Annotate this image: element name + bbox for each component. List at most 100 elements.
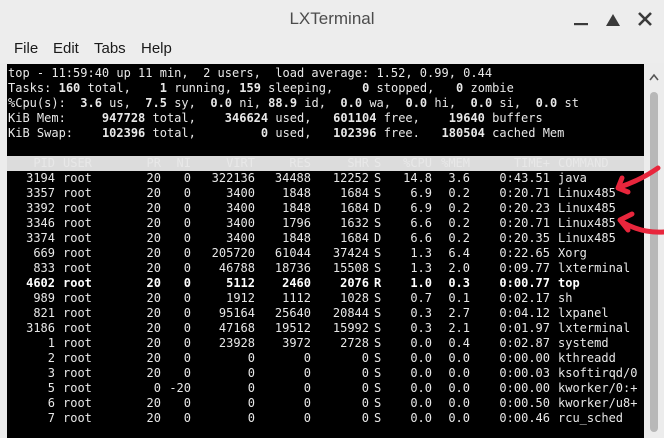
cell-pr: 20: [146, 321, 161, 335]
scrollbar-thumb[interactable]: [650, 92, 658, 432]
cell-pid: 669: [33, 246, 55, 260]
cell-s: D: [374, 201, 382, 215]
cell-virt: 0: [247, 411, 255, 425]
column-header-time: TIME+: [513, 156, 550, 170]
cell-res: 1848: [282, 231, 311, 245]
cell-cmd: kthreadd: [558, 351, 616, 365]
cell-virt: 205720: [211, 246, 255, 260]
cell-virt: 0: [247, 366, 255, 380]
process-row: 3357 root 20 0 3400 1848 1684 S 6.9 0.2 0:20.71 Lin…: [7, 186, 644, 201]
cell-time: 0:22.65: [499, 246, 550, 260]
cell-shr: 15508: [332, 261, 369, 275]
cell-pid: 6: [47, 396, 55, 410]
cell-virt: 3400: [226, 231, 255, 245]
cell-res: 1848: [282, 186, 311, 200]
cell-ni: 0: [183, 186, 191, 200]
chevron-up-icon[interactable]: [649, 68, 659, 86]
process-row: 669 root 20 0 205720 61044 37424 S 1.3 6.4 0:22.65…: [7, 246, 644, 261]
cell-cpu: 0.3: [410, 321, 432, 335]
cell-mem: 0.0: [448, 366, 470, 380]
cell-mem: 0.2: [448, 231, 470, 245]
column-header-cmd: COMMAND: [558, 156, 609, 170]
cell-mem: 0.0: [448, 381, 470, 395]
tasks-line: Tasks: 160 total, 1 running, 159 sleepin…: [8, 81, 514, 95]
cell-cpu: 6.6: [410, 231, 432, 245]
cell-pid: 833: [33, 261, 55, 275]
cell-virt: 3400: [226, 216, 255, 230]
cell-pr: 20: [146, 291, 161, 305]
cell-time: 0:09.77: [499, 261, 550, 275]
cell-pid: 3392: [26, 201, 55, 215]
menu-bar: File Edit Tabs Help: [0, 38, 664, 63]
cell-shr: 2728: [340, 336, 369, 350]
column-header-user: USER: [63, 156, 92, 170]
cell-user: root: [63, 231, 92, 245]
minimize-icon[interactable]: [568, 6, 594, 32]
cell-ni: 0: [183, 306, 191, 320]
cell-pr: 20: [146, 246, 161, 260]
cell-pr: 20: [146, 216, 161, 230]
cell-cmd: Linux485: [558, 216, 616, 230]
cell-time: 0:02.17: [499, 291, 550, 305]
cell-cmd: lxterminal: [558, 261, 631, 275]
cell-ni: 0: [183, 171, 191, 185]
process-table-header: PID USER PR NI VIRT RES SHR S %CPU %MEM TIME+ COMMA…: [7, 156, 644, 171]
cell-shr: 12252: [332, 171, 369, 185]
cell-user: root: [63, 351, 92, 365]
cell-virt: 1912: [226, 291, 255, 305]
column-header-pid: PID: [33, 156, 55, 170]
cell-user: root: [63, 216, 92, 230]
cell-pid: 821: [33, 306, 55, 320]
cell-user: root: [63, 186, 92, 200]
cell-pid: 2: [47, 351, 55, 365]
cell-cmd: lxterminal: [558, 321, 631, 335]
cell-pid: 3: [47, 366, 55, 380]
cell-pr: 20: [146, 306, 161, 320]
menu-tabs[interactable]: Tabs: [94, 40, 126, 57]
cell-virt: 5112: [226, 276, 255, 290]
cell-s: S: [374, 396, 382, 410]
cell-shr: 0: [361, 411, 369, 425]
cell-pr: 20: [146, 201, 161, 215]
cell-s: S: [374, 366, 382, 380]
scrollbar[interactable]: [644, 64, 664, 438]
cell-virt: 47168: [218, 321, 255, 335]
cell-mem: 2.0: [448, 261, 470, 275]
cell-pr: 20: [146, 186, 161, 200]
cell-pr: 20: [146, 231, 161, 245]
cell-user: root: [63, 321, 92, 335]
cell-cmd: Linux485: [558, 231, 616, 245]
cell-res: 0: [303, 396, 311, 410]
cell-s: S: [374, 411, 382, 425]
terminal-output[interactable]: top - 11:59:40 up 11 min, 2 users, load …: [7, 64, 644, 438]
cell-cpu: 1.3: [410, 246, 432, 260]
cell-mem: 0.3: [448, 276, 470, 290]
cell-virt: 3400: [226, 186, 255, 200]
cell-time: 0:00.03: [499, 366, 550, 380]
cell-s: S: [374, 336, 382, 350]
cell-ni: 0: [183, 396, 191, 410]
cell-cmd: kworker/u8+: [558, 396, 638, 410]
menu-edit[interactable]: Edit: [53, 40, 79, 57]
cell-user: root: [63, 291, 92, 305]
title-bar[interactable]: LXTerminal: [0, 0, 664, 38]
cell-cpu: 14.8: [403, 171, 432, 185]
cell-cpu: 0.0: [410, 381, 432, 395]
cell-time: 0:00.00: [499, 381, 550, 395]
cell-shr: 1028: [340, 291, 369, 305]
cell-shr: 2076: [340, 276, 369, 290]
cell-shr: 1684: [340, 201, 369, 215]
menu-help[interactable]: Help: [141, 40, 172, 57]
menu-file[interactable]: File: [14, 40, 38, 57]
cell-shr: 1632: [340, 216, 369, 230]
process-row: 5 root 0 -20 0 0 0 S 0.0 0.0 0:00.00 kworker/0:+: [7, 381, 644, 396]
cell-shr: 0: [361, 381, 369, 395]
cell-user: root: [63, 381, 92, 395]
cell-shr: 0: [361, 351, 369, 365]
cell-ni: 0: [183, 231, 191, 245]
cell-cpu: 1.3: [410, 261, 432, 275]
close-icon[interactable]: [632, 6, 658, 32]
maximize-icon[interactable]: [600, 6, 626, 32]
cell-res: 18736: [274, 261, 311, 275]
cell-cpu: 6.9: [410, 186, 432, 200]
